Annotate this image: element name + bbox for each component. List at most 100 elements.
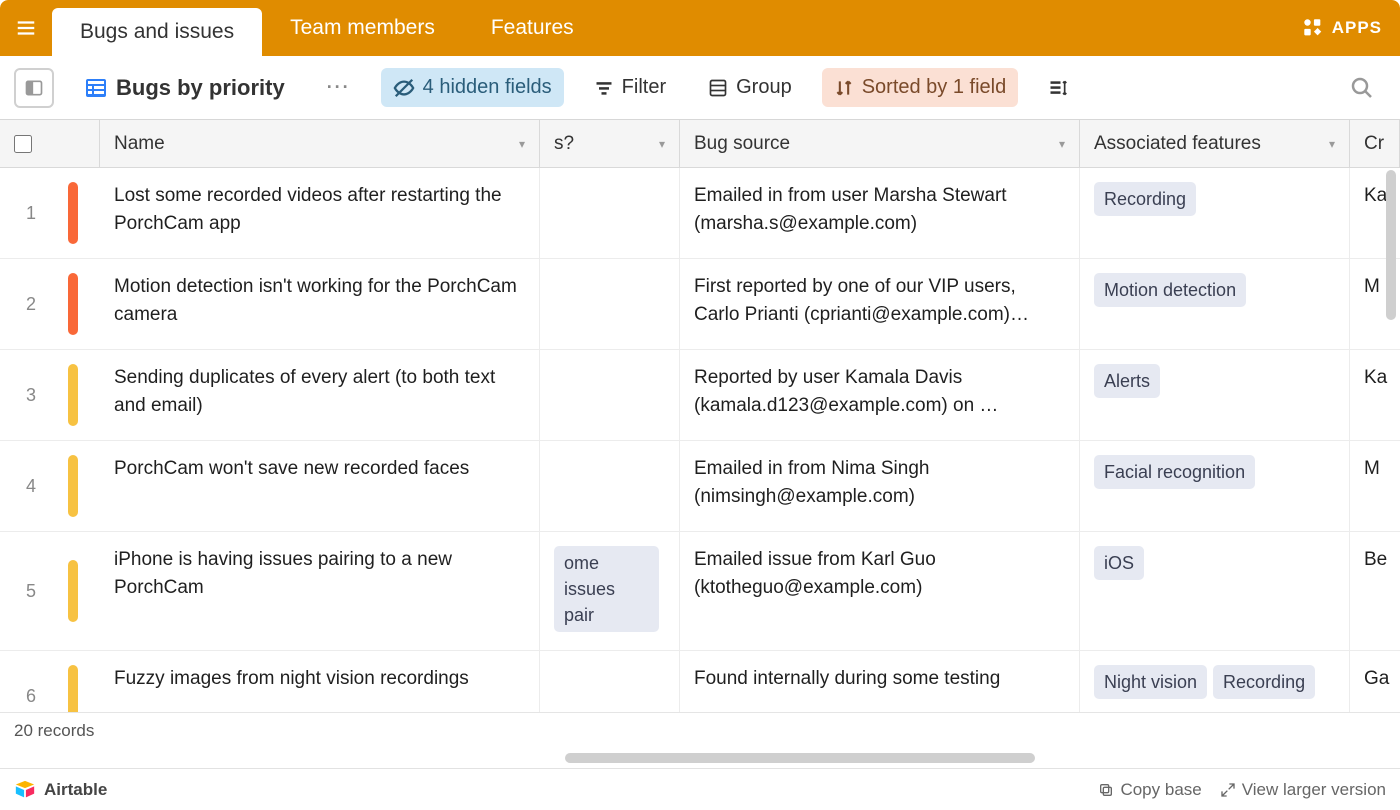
feature-tag[interactable]: Alerts [1094, 364, 1160, 398]
column-header-associated-features[interactable]: Associated features ▾ [1080, 120, 1350, 167]
bug-source-cell[interactable]: Emailed issue from Karl Guo (ktotheguo@e… [680, 532, 1080, 650]
column-header-cr[interactable]: Cr [1350, 120, 1400, 167]
priority-indicator [68, 560, 78, 622]
horizontal-scrollbar-track[interactable] [0, 748, 1400, 768]
search-button[interactable] [1338, 68, 1386, 108]
expand-icon [1220, 782, 1236, 798]
dropdown-icon: ▾ [519, 137, 525, 151]
cr-cell[interactable]: Ga [1350, 651, 1400, 712]
s-cell[interactable]: ome issues pair [540, 532, 680, 650]
name-cell[interactable]: Motion detection isn't working for the P… [100, 259, 540, 349]
table-row[interactable]: 1 Lost some recorded videos after restar… [0, 168, 1400, 259]
view-more-button[interactable]: ··· [315, 69, 363, 106]
table-row[interactable]: 6 Fuzzy images from night vision recordi… [0, 651, 1400, 712]
airtable-brand[interactable]: Airtable [14, 779, 107, 801]
bug-source-cell[interactable]: First reported by one of our VIP users, … [680, 259, 1080, 349]
name-cell[interactable]: iPhone is having issues pairing to a new… [100, 532, 540, 650]
menu-button[interactable] [10, 12, 42, 44]
filter-label: Filter [622, 76, 666, 99]
brand-name: Airtable [44, 780, 107, 800]
feature-tag[interactable]: Recording [1094, 182, 1196, 216]
tab-team-members[interactable]: Team members [262, 0, 463, 56]
tab-bugs-and-issues[interactable]: Bugs and issues [52, 8, 262, 56]
associated-features-cell[interactable]: iOS [1080, 532, 1350, 650]
select-all-cell[interactable] [0, 120, 100, 167]
column-label: Cr [1364, 133, 1384, 155]
name-cell[interactable]: PorchCam won't save new recorded faces [100, 441, 540, 531]
cr-cell[interactable]: Be [1350, 532, 1400, 650]
priority-indicator [68, 665, 78, 712]
table-row[interactable]: 2 Motion detection isn't working for the… [0, 259, 1400, 350]
name-cell[interactable]: Fuzzy images from night vision recording… [100, 651, 540, 712]
vertical-scrollbar[interactable] [1386, 170, 1396, 320]
copy-base-button[interactable]: Copy base [1098, 780, 1201, 800]
s-cell[interactable] [540, 441, 680, 531]
priority-cell [46, 350, 100, 440]
tab-features[interactable]: Features [463, 0, 602, 56]
horizontal-scrollbar[interactable] [565, 753, 1035, 763]
feature-tag[interactable]: Recording [1213, 665, 1315, 699]
s-tag: ome issues pair [554, 546, 659, 632]
associated-features-cell[interactable]: Night visionRecording [1080, 651, 1350, 712]
associated-features-cell[interactable]: Alerts [1080, 350, 1350, 440]
view-switcher[interactable]: Bugs by priority [72, 67, 297, 109]
priority-cell [46, 532, 100, 650]
sort-button[interactable]: Sorted by 1 field [822, 68, 1019, 107]
s-cell[interactable] [540, 350, 680, 440]
apps-label: APPS [1332, 18, 1382, 38]
column-header-name[interactable]: Name ▾ [100, 120, 540, 167]
view-larger-button[interactable]: View larger version [1220, 780, 1386, 800]
airtable-logo-icon [14, 779, 36, 801]
feature-tag[interactable]: Motion detection [1094, 273, 1246, 307]
dropdown-icon: ▾ [1329, 137, 1335, 151]
cr-cell[interactable]: Ka [1350, 350, 1400, 440]
associated-features-cell[interactable]: Facial recognition [1080, 441, 1350, 531]
sidebar-icon [24, 78, 44, 98]
bug-source-cell[interactable]: Reported by user Kamala Davis (kamala.d1… [680, 350, 1080, 440]
row-height-icon [1048, 78, 1068, 98]
tab-label: Bugs and issues [80, 20, 234, 44]
apps-button[interactable]: APPS [1302, 17, 1382, 39]
bug-source-cell[interactable]: Emailed in from user Marsha Stewart (mar… [680, 168, 1080, 258]
feature-tag[interactable]: Facial recognition [1094, 455, 1255, 489]
priority-indicator [68, 364, 78, 426]
bug-source-cell[interactable]: Found internally during some testing [680, 651, 1080, 712]
s-cell[interactable] [540, 168, 680, 258]
group-button[interactable]: Group [696, 68, 804, 107]
column-header-bug-source[interactable]: Bug source ▾ [680, 120, 1080, 167]
column-label: s? [554, 133, 574, 155]
column-label: Bug source [694, 133, 790, 155]
copy-base-label: Copy base [1120, 780, 1201, 800]
table-row[interactable]: 5 iPhone is having issues pairing to a n… [0, 532, 1400, 651]
bug-source-cell[interactable]: Emailed in from Nima Singh (nimsingh@exa… [680, 441, 1080, 531]
sort-label: Sorted by 1 field [862, 76, 1007, 99]
records-footer: 20 records [0, 712, 1400, 748]
toggle-sidebar-button[interactable] [14, 68, 54, 108]
select-all-checkbox[interactable] [14, 135, 32, 153]
dropdown-icon: ▾ [659, 137, 665, 151]
column-label: Name [114, 133, 165, 155]
column-header-s[interactable]: s? ▾ [540, 120, 680, 167]
hidden-fields-button[interactable]: 4 hidden fields [381, 68, 564, 107]
row-number: 4 [0, 441, 46, 531]
table-row[interactable]: 3 Sending duplicates of every alert (to … [0, 350, 1400, 441]
table-row[interactable]: 4 PorchCam won't save new recorded faces… [0, 441, 1400, 532]
feature-tag[interactable]: Night vision [1094, 665, 1207, 699]
priority-cell [46, 651, 100, 712]
name-cell[interactable]: Sending duplicates of every alert (to bo… [100, 350, 540, 440]
filter-button[interactable]: Filter [582, 68, 678, 107]
row-number: 1 [0, 168, 46, 258]
row-height-button[interactable] [1036, 70, 1080, 106]
cr-cell[interactable]: M [1350, 441, 1400, 531]
s-cell[interactable] [540, 259, 680, 349]
associated-features-cell[interactable]: Recording [1080, 168, 1350, 258]
grid-icon [84, 76, 108, 100]
filter-icon [594, 78, 614, 98]
feature-tag[interactable]: iOS [1094, 546, 1144, 580]
s-cell[interactable] [540, 651, 680, 712]
tab-label: Features [491, 16, 574, 40]
priority-cell [46, 441, 100, 531]
row-number: 3 [0, 350, 46, 440]
associated-features-cell[interactable]: Motion detection [1080, 259, 1350, 349]
name-cell[interactable]: Lost some recorded videos after restarti… [100, 168, 540, 258]
